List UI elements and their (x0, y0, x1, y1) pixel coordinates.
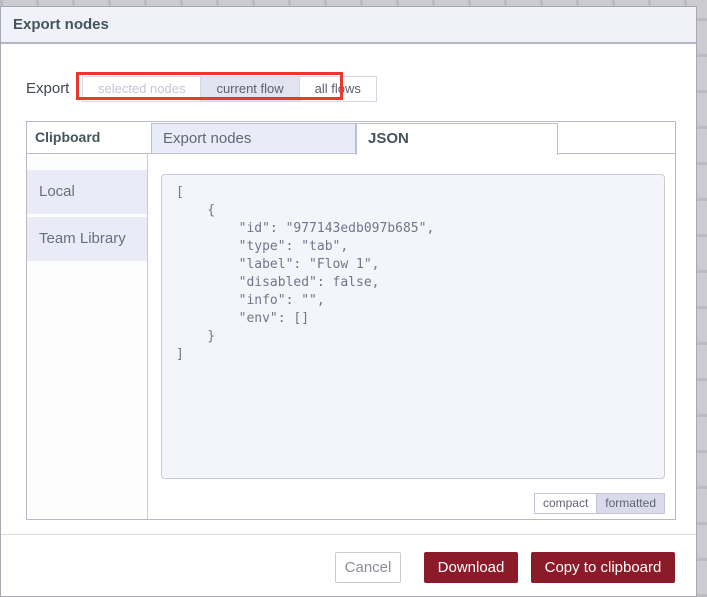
tab-export-nodes[interactable]: Export nodes (151, 123, 356, 154)
export-label: Export (26, 80, 70, 97)
copy-to-clipboard-button[interactable]: Copy to clipboard (531, 552, 675, 583)
scope-current-flow-button[interactable]: current flow (200, 76, 300, 102)
library-section-label: Clipboard (35, 129, 101, 145)
library-panel: Clipboard Export nodes JSON Local Team L… (26, 121, 676, 520)
export-scope-group: selected nodes current flow all flows (82, 76, 377, 102)
library-tabbar: Clipboard Export nodes JSON (27, 122, 675, 155)
tab-json[interactable]: JSON (356, 123, 558, 155)
sidebar-item-team-library[interactable]: Team Library (27, 217, 147, 261)
format-formatted-button[interactable]: formatted (596, 493, 665, 514)
format-compact-button[interactable]: compact (533, 493, 598, 514)
scope-all-flows-button[interactable]: all flows (298, 76, 377, 102)
download-button[interactable]: Download (424, 552, 518, 583)
footer-divider (1, 534, 696, 535)
library-sidebar: Local Team Library (27, 154, 148, 519)
sidebar-item-local[interactable]: Local (27, 170, 147, 214)
scope-selected-nodes-button[interactable]: selected nodes (82, 76, 202, 102)
export-dialog: Export nodes Export selected nodes curre… (0, 6, 697, 597)
cancel-button[interactable]: Cancel (335, 552, 401, 583)
dialog-title: Export nodes (13, 16, 109, 33)
dialog-header: Export nodes (1, 7, 696, 44)
format-toggle-group: compact formatted (533, 493, 665, 514)
export-json-textarea[interactable]: [ { "id": "977143edb097b685", "type": "t… (161, 174, 665, 479)
